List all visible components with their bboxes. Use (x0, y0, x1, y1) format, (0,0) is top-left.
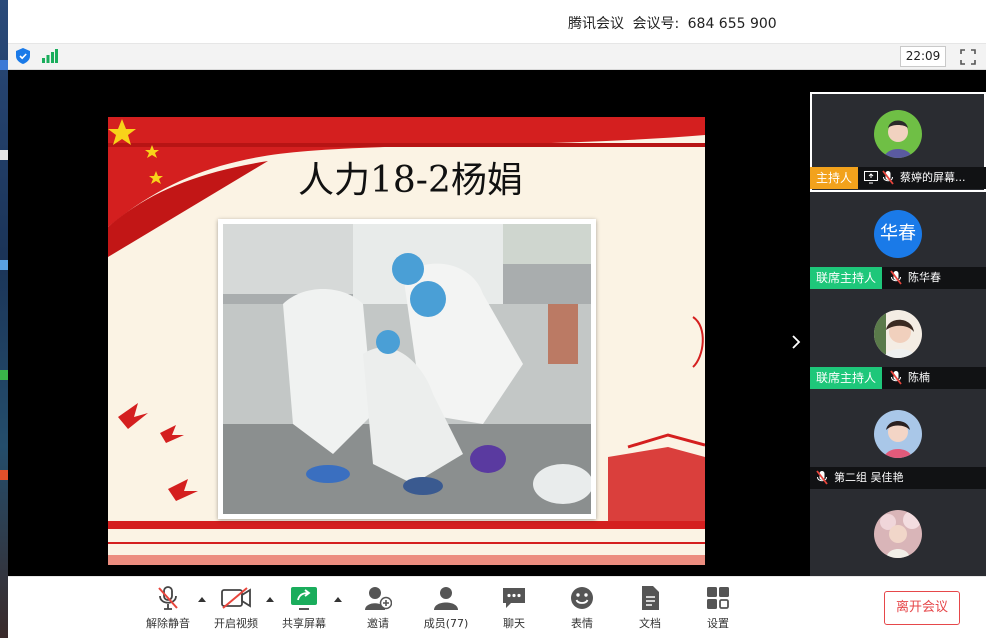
meeting-id: 684 655 900 (687, 16, 777, 32)
participant-namebar: 第二组 吴佳艳 (810, 467, 986, 489)
docs-label: 文档 (639, 617, 661, 630)
share-screen-button[interactable]: 共享屏幕 (274, 585, 334, 631)
participant-name: 陈华春 (908, 271, 941, 284)
title-bar: 腾讯会议 会议号: 684 655 900 (8, 0, 986, 44)
meeting-toolbar: 解除静音 开启视频 共享屏幕 邀请 成员(77) 聊天 表情 文档 设置 离开会… (8, 576, 986, 638)
status-bar: 22:09 (8, 44, 986, 70)
app-name: 腾讯会议 (568, 16, 624, 32)
mic-muted-icon (890, 270, 902, 285)
cohost-badge: 联席主持人 (810, 267, 883, 289)
video-options-caret[interactable] (266, 597, 274, 602)
members-label: 成员(77) (423, 617, 469, 630)
settings-button[interactable]: 设置 (688, 585, 748, 631)
meeting-title: 腾讯会议 会议号: 684 655 900 (564, 13, 777, 33)
settings-label: 设置 (707, 617, 729, 630)
participant-namebar: 联席主持人 陈华春 (810, 267, 986, 289)
slide-title: 人力18-2杨娟 (298, 160, 523, 201)
avatar (874, 310, 922, 358)
members-button[interactable]: 成员(77) (416, 585, 476, 631)
slide-photo (218, 219, 596, 519)
docs-button[interactable]: 文档 (620, 585, 680, 631)
photo-medical-staff (223, 224, 591, 514)
reactions-button[interactable]: 表情 (552, 585, 612, 631)
mic-muted-icon (158, 586, 178, 610)
participant-tile[interactable]: 华春 联席主持人 陈华春 (810, 192, 986, 292)
share-options-caret[interactable] (334, 597, 342, 602)
chevron-right-icon[interactable] (788, 332, 804, 352)
leave-meeting-button[interactable]: 离开会议 (884, 591, 960, 625)
signal-icon[interactable] (42, 49, 58, 63)
start-video-label: 开启视频 (214, 617, 258, 630)
participant-name: 陈楠 (908, 371, 930, 384)
desktop-edge (0, 0, 8, 638)
participant-tile[interactable]: 主持人 蔡婷的屏幕... (810, 92, 986, 192)
chat-button[interactable]: 聊天 (484, 585, 544, 631)
avatar (874, 110, 922, 158)
screen-share-icon (864, 171, 878, 184)
meeting-id-label: 会议号: (632, 16, 680, 32)
add-user-icon (365, 587, 392, 610)
host-badge: 主持人 (810, 167, 859, 189)
avatar (874, 410, 922, 458)
shield-icon[interactable] (16, 48, 30, 64)
unmute-label: 解除静音 (146, 617, 190, 630)
avatar (874, 510, 922, 558)
chat-label: 聊天 (503, 617, 525, 630)
mic-muted-icon (890, 370, 902, 385)
share-screen-label: 共享屏幕 (282, 617, 326, 630)
audio-options-caret[interactable] (198, 597, 206, 602)
fullscreen-icon[interactable] (960, 49, 976, 65)
participant-tile[interactable] (810, 492, 986, 576)
participant-name: 蔡婷的屏幕... (900, 171, 966, 184)
avatar: 华春 (874, 210, 922, 258)
share-screen-icon (291, 587, 317, 610)
camera-off-icon (221, 587, 251, 609)
participant-tile[interactable]: 第二组 吴佳艳 (810, 392, 986, 492)
unmute-button[interactable]: 解除静音 (138, 585, 198, 631)
reactions-label: 表情 (571, 617, 593, 630)
mic-muted-icon (882, 170, 894, 185)
start-video-button[interactable]: 开启视频 (206, 585, 266, 631)
mic-muted-icon (816, 470, 828, 485)
app-grid-icon (707, 587, 729, 609)
invite-button[interactable]: 邀请 (348, 585, 408, 631)
meeting-clock: 22:09 (900, 46, 946, 67)
participant-video-list[interactable]: 主持人 蔡婷的屏幕... 华春 联席主持人 陈华春 联席主持人 陈楠 第二组 吴… (810, 92, 986, 576)
meeting-window: 腾讯会议 会议号: 684 655 900 22:09 人力18-2杨娟 主持人… (8, 0, 986, 638)
participant-namebar: 联席主持人 陈楠 (810, 367, 986, 389)
participant-tile[interactable]: 联席主持人 陈楠 (810, 292, 986, 392)
participant-namebar: 主持人 蔡婷的屏幕... (810, 167, 986, 189)
participant-name: 第二组 吴佳艳 (834, 471, 904, 484)
members-icon (434, 587, 458, 610)
cohost-badge: 联席主持人 (810, 367, 883, 389)
shared-screen-stage[interactable]: 人力18-2杨娟 (8, 70, 808, 576)
chat-icon (503, 588, 525, 608)
smiley-icon (571, 587, 593, 609)
document-icon (642, 586, 659, 610)
presentation-slide: 人力18-2杨娟 (108, 117, 705, 565)
invite-label: 邀请 (367, 617, 389, 630)
